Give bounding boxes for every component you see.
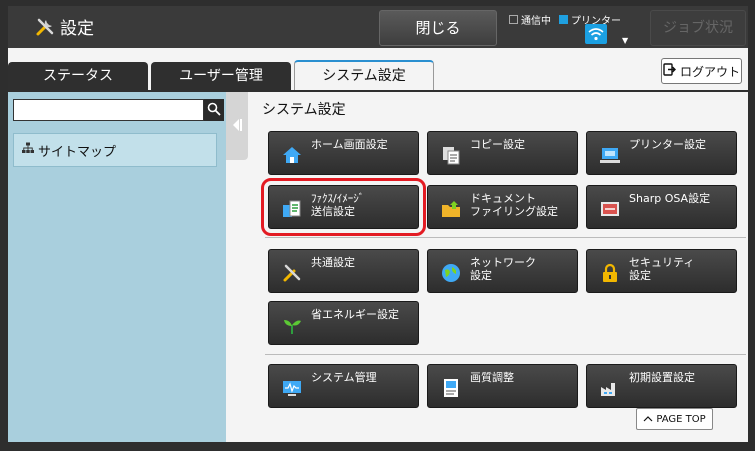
search-icon <box>207 101 221 120</box>
comm-indicator <box>509 15 518 24</box>
tile-label: 省エネルギー設定 <box>311 308 399 321</box>
tile-label: ネットワーク 設定 <box>470 256 536 282</box>
tile-label: 共通設定 <box>311 256 355 269</box>
status-indicators: 通信中 プリンター ▼ <box>505 8 635 48</box>
collapse-left-icon <box>231 117 243 136</box>
sitemap-label: サイトマップ <box>38 144 117 160</box>
security-settings-button[interactable]: セキュリティ 設定 <box>586 249 737 293</box>
tile-label: コピー設定 <box>470 138 525 151</box>
folder-icon <box>440 198 462 220</box>
tile-label: Sharp OSA設定 <box>629 192 711 205</box>
printer-settings-button[interactable]: プリンター設定 <box>586 131 737 175</box>
initial-setup-settings-button[interactable]: 初期設置設定 <box>586 364 737 408</box>
tile-label: ホーム画面設定 <box>311 138 388 151</box>
document-filing-settings-button[interactable]: ドキュメント ファイリング設定 <box>427 185 578 229</box>
sprout-icon <box>281 314 303 336</box>
tile-label: プリンター設定 <box>629 138 706 151</box>
osa-icon <box>599 198 621 220</box>
section-divider <box>265 237 746 238</box>
image-quality-adjustment-button[interactable]: 画質調整 <box>427 364 578 408</box>
printer-icon <box>599 144 621 166</box>
tile-label: ﾌｧｸｽ/ｲﾒｰｼﾞ 送信設定 <box>311 192 365 218</box>
chevron-up-icon <box>643 414 653 425</box>
printer-indicator <box>559 15 568 24</box>
page-title: システム設定 <box>262 102 346 118</box>
home-icon <box>281 144 303 166</box>
sidebar-item-sitemap[interactable]: サイトマップ <box>13 133 217 167</box>
logout-icon <box>663 63 676 79</box>
page-top-label: PAGE TOP <box>656 413 706 425</box>
search-input[interactable] <box>13 99 204 121</box>
comm-label: 通信中 <box>521 16 551 27</box>
lock-icon <box>599 262 621 284</box>
tools-icon <box>281 262 303 284</box>
search-button[interactable] <box>204 99 224 121</box>
sidebar-collapse-handle[interactable] <box>226 92 248 160</box>
tab-status[interactable]: ステータス <box>8 62 148 90</box>
tab-system-settings[interactable]: システム設定 <box>294 60 434 90</box>
section-divider <box>265 354 746 355</box>
energy-saving-settings-button[interactable]: 省エネルギー設定 <box>268 301 419 345</box>
image-quality-icon <box>440 377 462 399</box>
tools-icon <box>34 16 56 42</box>
tile-label: 画質調整 <box>470 371 514 384</box>
app-frame: 設定 閉じる 通信中 プリンター ▼ ジョブ状況 ステータス ユーザー管理 シス… <box>0 0 755 451</box>
logout-button[interactable]: ログアウト <box>661 58 742 84</box>
sitemap-icon <box>22 142 34 158</box>
wifi-icon[interactable] <box>585 24 607 44</box>
content-area: ステータス ユーザー管理 システム設定 ログアウト サイトマップ システム設定 … <box>8 48 748 442</box>
page-top-button[interactable]: PAGE TOP <box>636 408 713 430</box>
factory-icon <box>599 377 621 399</box>
home-screen-settings-button[interactable]: ホーム画面設定 <box>268 131 419 175</box>
tile-label: 初期設置設定 <box>629 371 695 384</box>
sidebar: サイトマップ <box>8 92 226 442</box>
tile-label: システム管理 <box>311 371 377 384</box>
header-title-group: 設定 <box>34 16 94 42</box>
tile-label: ドキュメント ファイリング設定 <box>470 192 558 218</box>
system-management-button[interactable]: システム管理 <box>268 364 419 408</box>
network-settings-button[interactable]: ネットワーク 設定 <box>427 249 578 293</box>
chevron-down-icon[interactable]: ▼ <box>622 36 628 45</box>
fax-image-send-icon <box>281 198 303 220</box>
tab-bar: ステータス ユーザー管理 システム設定 <box>8 60 748 90</box>
copy-settings-button[interactable]: コピー設定 <box>427 131 578 175</box>
sharp-osa-settings-button[interactable]: Sharp OSA設定 <box>586 185 737 229</box>
monitor-icon <box>281 377 303 399</box>
header-bar: 設定 閉じる 通信中 プリンター ▼ ジョブ状況 <box>8 6 748 48</box>
fax-image-send-settings-button[interactable]: ﾌｧｸｽ/ｲﾒｰｼﾞ 送信設定 <box>261 178 426 236</box>
job-status-button[interactable]: ジョブ状況 <box>650 10 746 46</box>
tab-user-management[interactable]: ユーザー管理 <box>151 62 291 90</box>
header-title: 設定 <box>60 19 94 39</box>
globe-icon <box>440 262 462 284</box>
logout-label: ログアウト <box>679 64 740 79</box>
tile-label: セキュリティ 設定 <box>629 256 695 282</box>
close-button[interactable]: 閉じる <box>379 10 497 46</box>
common-settings-button[interactable]: 共通設定 <box>268 249 419 293</box>
copy-icon <box>440 144 462 166</box>
